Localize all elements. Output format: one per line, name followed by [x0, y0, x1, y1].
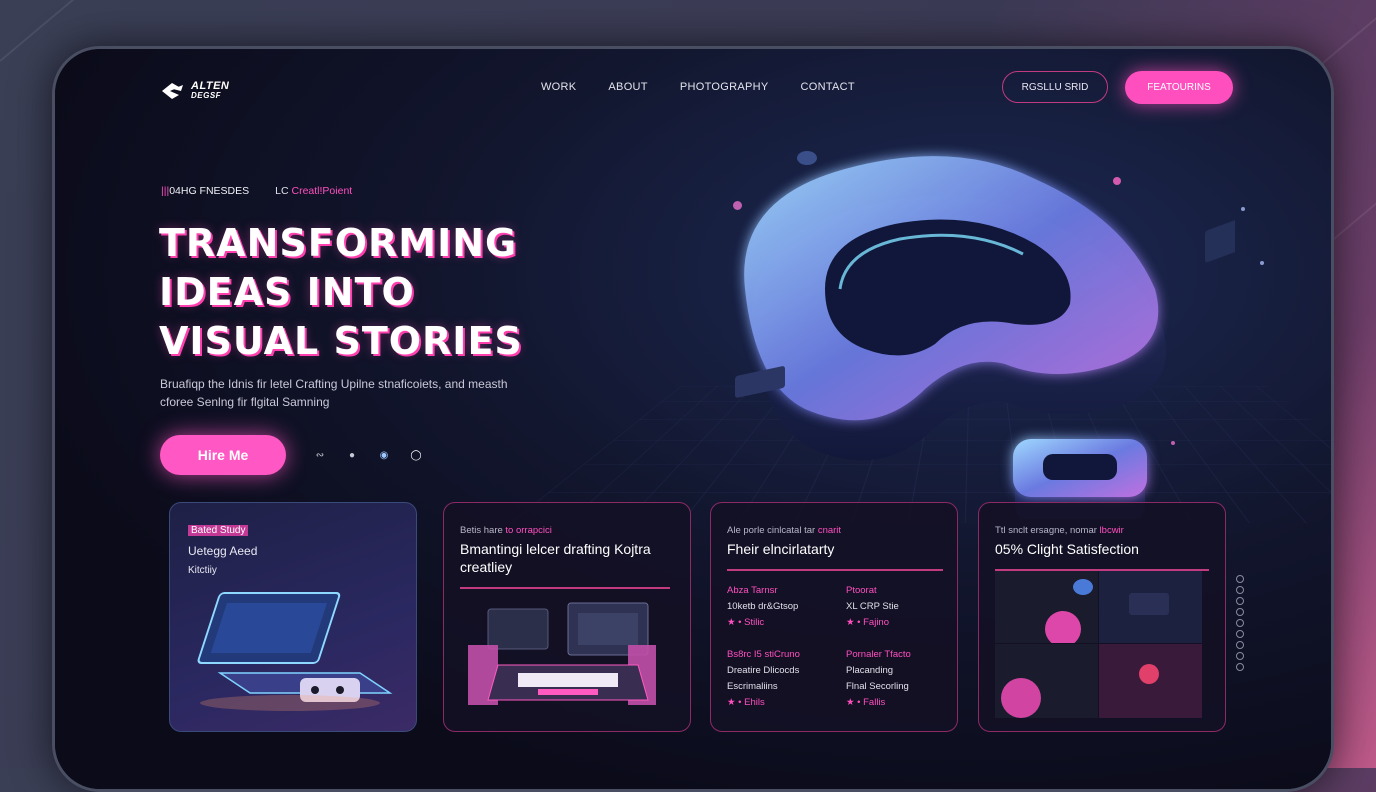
- gallery-thumb[interactable]: [1099, 644, 1202, 718]
- pagination-dot[interactable]: [1236, 586, 1244, 594]
- detail-spacer: [727, 631, 800, 647]
- detail-item: ★ • Fajino: [846, 617, 889, 628]
- globe-icon[interactable]: ◉: [377, 449, 391, 461]
- header-outline-button[interactable]: RGSLLU SRID: [1002, 71, 1108, 103]
- detail-item: Pornaler Tfacto: [846, 649, 911, 660]
- brand-logo[interactable]: ALTEN DEGSF: [159, 79, 229, 103]
- stats-title: 05% Clight Satisfection: [995, 541, 1139, 557]
- logo-mark-icon: [162, 83, 183, 99]
- details-title: Fheir elncirlatarty: [727, 541, 835, 557]
- hire-me-button[interactable]: Hire Me: [160, 435, 286, 475]
- detail-item: Bs8rc I5 stiCruno: [727, 649, 800, 660]
- eyebrow-main: |||04HG FNESDES: [161, 185, 250, 197]
- stats-card[interactable]: Ttl snclt ersagne, nomar lbcwir 05% Clig…: [978, 502, 1226, 732]
- eyebrow-alt: LC Creatl!Poient: [275, 185, 353, 197]
- browser-frame: ALTEN DEGSF WORK ABOUT PHOTOGRAPHY CONTA…: [52, 46, 1334, 792]
- social-links: ∾ ● ◉ ◯: [313, 449, 423, 461]
- pagination-dot[interactable]: [1236, 663, 1244, 671]
- headline-line: TRANSFORMING: [159, 221, 518, 265]
- floating-orb: [1260, 261, 1264, 265]
- hero-eyebrow: |||04HG FNESDES LC Creatl!Poient: [161, 185, 352, 197]
- gallery-grid: [995, 571, 1202, 718]
- detail-item: Dreatire Dlicocds: [727, 665, 800, 676]
- gallery-thumb[interactable]: [995, 644, 1098, 718]
- card-divider: [727, 569, 943, 571]
- detail-item: ★ • Fallis: [846, 697, 886, 708]
- gallery-thumb[interactable]: [1099, 571, 1202, 643]
- pagination-dot[interactable]: [1236, 575, 1244, 583]
- pagination-dot[interactable]: [1236, 630, 1244, 638]
- nav-item-contact[interactable]: CONTACT: [801, 81, 855, 93]
- detail-spacer: [846, 631, 911, 647]
- hero-subtext: Bruafiqp the Idnis fir letel Crafting Up…: [160, 377, 508, 409]
- floating-orb: [733, 201, 742, 210]
- floating-orb: [1241, 207, 1245, 211]
- details-label: Ale porle cinlcatal tar cnarit: [727, 525, 842, 536]
- detail-item: Placanding: [846, 665, 894, 676]
- hero-headline: TRANSFORMING IDEAS INTO VISUAL STORIES: [159, 219, 599, 366]
- details-column-right: Ptoorat XL CRP Stie ★ • Fajino Pornaler …: [846, 583, 911, 711]
- nav-item-work[interactable]: WORK: [541, 81, 576, 93]
- floating-orb: [1113, 177, 1121, 185]
- card-divider: [460, 587, 670, 589]
- link-icon[interactable]: ∾: [313, 449, 327, 461]
- stats-label: Ttl snclt ersagne, nomar lbcwir: [995, 525, 1124, 536]
- detail-item: Flnal Secorling: [846, 681, 909, 692]
- detail-item: ★ • Stilic: [727, 617, 765, 628]
- details-card[interactable]: Ale porle cinlcatal tar cnarit Fheir eln…: [710, 502, 958, 732]
- laptop-illustration: [197, 592, 393, 711]
- floating-orb: [1171, 441, 1175, 445]
- detail-item: ★ • Ehils: [727, 697, 765, 708]
- branding-title: Bmantingi lelcer drafting Kojtra creatli…: [460, 541, 651, 575]
- gallery-thumb[interactable]: [995, 571, 1098, 643]
- pagination-dot[interactable]: [1236, 619, 1244, 627]
- branding-label: Betis hare to orrapcici: [460, 525, 552, 536]
- pagination-dot[interactable]: [1236, 597, 1244, 605]
- detail-item: Abza Tarnsr: [727, 585, 778, 596]
- hero-3d-illustration: [735, 156, 1235, 519]
- nav-item-about[interactable]: ABOUT: [608, 81, 647, 93]
- chat-icon[interactable]: ●: [345, 449, 359, 461]
- pagination-dot[interactable]: [1236, 608, 1244, 616]
- headline-line: IDEAS INTO: [159, 270, 415, 314]
- main-nav: WORK ABOUT PHOTOGRAPHY CONTACT: [541, 81, 855, 93]
- floating-orb: [797, 151, 817, 165]
- detail-item: 10ketb dr&Gtsop: [727, 601, 799, 612]
- detail-item: Ptoorat: [846, 585, 877, 596]
- detail-item: Escrimaliins: [727, 681, 778, 692]
- brand-name: ALTEN DEGSF: [191, 80, 230, 101]
- devices-illustration: [468, 602, 656, 705]
- detail-item: XL CRP Stie: [846, 601, 899, 612]
- headline-line: VISUAL STORIES: [159, 319, 523, 363]
- details-column-left: Abza Tarnsr 10ketb dr&Gtsop ★ • Stilic B…: [727, 583, 800, 711]
- dribbble-icon[interactable]: ◯: [409, 449, 423, 461]
- nav-item-photography[interactable]: PHOTOGRAPHY: [680, 81, 769, 93]
- case-study-card[interactable]: Bated Study Uetegg Aeed Kitctiiy: [169, 502, 417, 732]
- pagination-dot[interactable]: [1236, 652, 1244, 660]
- branding-card[interactable]: Betis hare to orrapcici Bmantingi lelcer…: [443, 502, 691, 732]
- side-pagination: [1236, 575, 1244, 671]
- pagination-dot[interactable]: [1236, 641, 1244, 649]
- header-primary-button[interactable]: FEATOURINS: [1125, 71, 1233, 104]
- case-study-tag: Bated Study: [188, 525, 249, 536]
